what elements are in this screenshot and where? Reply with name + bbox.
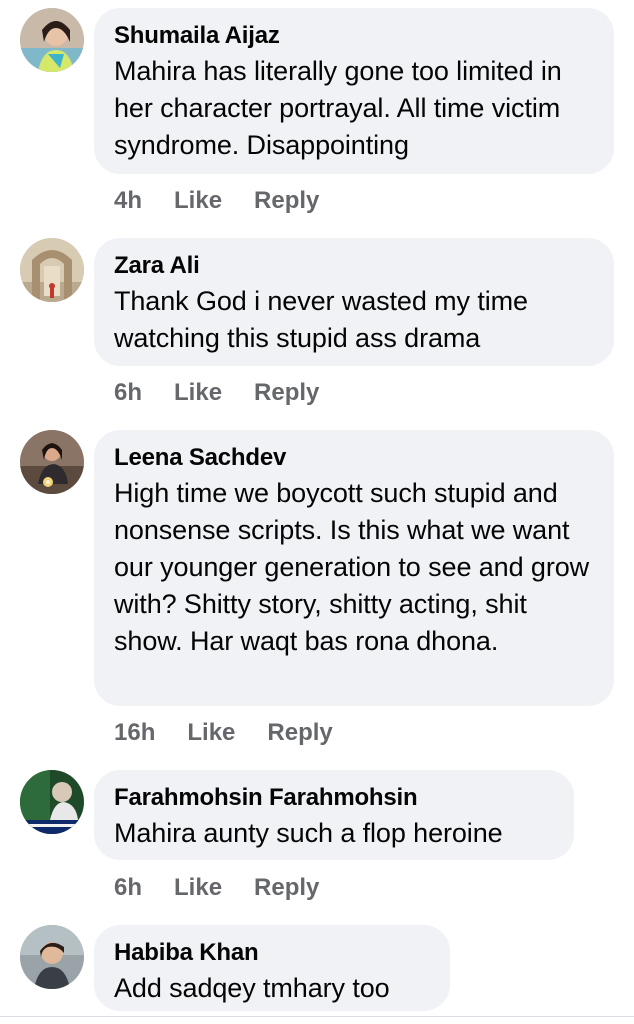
comment-timestamp[interactable]: 4h xyxy=(114,186,142,216)
comment-author[interactable]: Habiba Khan xyxy=(114,938,432,968)
comment-actions: 6h Like Reply xyxy=(114,873,319,903)
profile-photo-icon xyxy=(20,770,84,834)
like-button[interactable]: Like xyxy=(187,718,235,748)
comment-timestamp[interactable]: 6h xyxy=(114,873,142,903)
reply-button[interactable]: Reply xyxy=(254,378,319,408)
comment-bubble: Leena Sachdev High time we boycott such … xyxy=(94,430,614,706)
comment-bubble: Shumaila Aijaz Mahira has literally gone… xyxy=(94,8,614,174)
like-button[interactable]: Like xyxy=(174,873,222,903)
avatar[interactable] xyxy=(20,8,84,72)
reply-button[interactable]: Reply xyxy=(267,718,332,748)
avatar[interactable] xyxy=(20,238,84,302)
comment-bubble: Zara Ali Thank God i never wasted my tim… xyxy=(94,238,614,366)
profile-photo-icon xyxy=(20,430,84,494)
avatar[interactable] xyxy=(20,770,84,834)
like-button[interactable]: Like xyxy=(174,378,222,408)
comment-text: Mahira has literally gone too limited in… xyxy=(114,56,562,160)
comment-actions: 16h Like Reply xyxy=(114,718,333,748)
comment-actions: 4h Like Reply xyxy=(114,186,319,216)
comment-author[interactable]: Zara Ali xyxy=(114,251,596,281)
divider xyxy=(0,1016,634,1017)
comment-text: Thank God i never wasted my time watchin… xyxy=(114,286,528,353)
comment-author[interactable]: Farahmohsin Farahmohsin xyxy=(114,783,556,813)
comment-actions: 6h Like Reply xyxy=(114,378,319,408)
comment-author[interactable]: Shumaila Aijaz xyxy=(114,21,596,51)
avatar[interactable] xyxy=(20,925,84,989)
comment-text: Mahira aunty such a flop heroine xyxy=(114,818,503,848)
profile-photo-icon xyxy=(20,238,84,302)
comment-timestamp[interactable]: 16h xyxy=(114,718,155,748)
comment-text: High time we boycott such stupid and non… xyxy=(114,478,590,656)
comment-timestamp[interactable]: 6h xyxy=(114,378,142,408)
profile-photo-icon xyxy=(20,8,84,72)
profile-photo-icon xyxy=(20,925,84,989)
comment-text: Add sadqey tmhary too xyxy=(114,973,390,1003)
reply-button[interactable]: Reply xyxy=(254,186,319,216)
comment-bubble: Habiba Khan Add sadqey tmhary too xyxy=(94,925,450,1011)
like-button[interactable]: Like xyxy=(174,186,222,216)
avatar[interactable] xyxy=(20,430,84,494)
comment-author[interactable]: Leena Sachdev xyxy=(114,443,596,473)
comment-bubble: Farahmohsin Farahmohsin Mahira aunty suc… xyxy=(94,770,574,860)
reply-button[interactable]: Reply xyxy=(254,873,319,903)
